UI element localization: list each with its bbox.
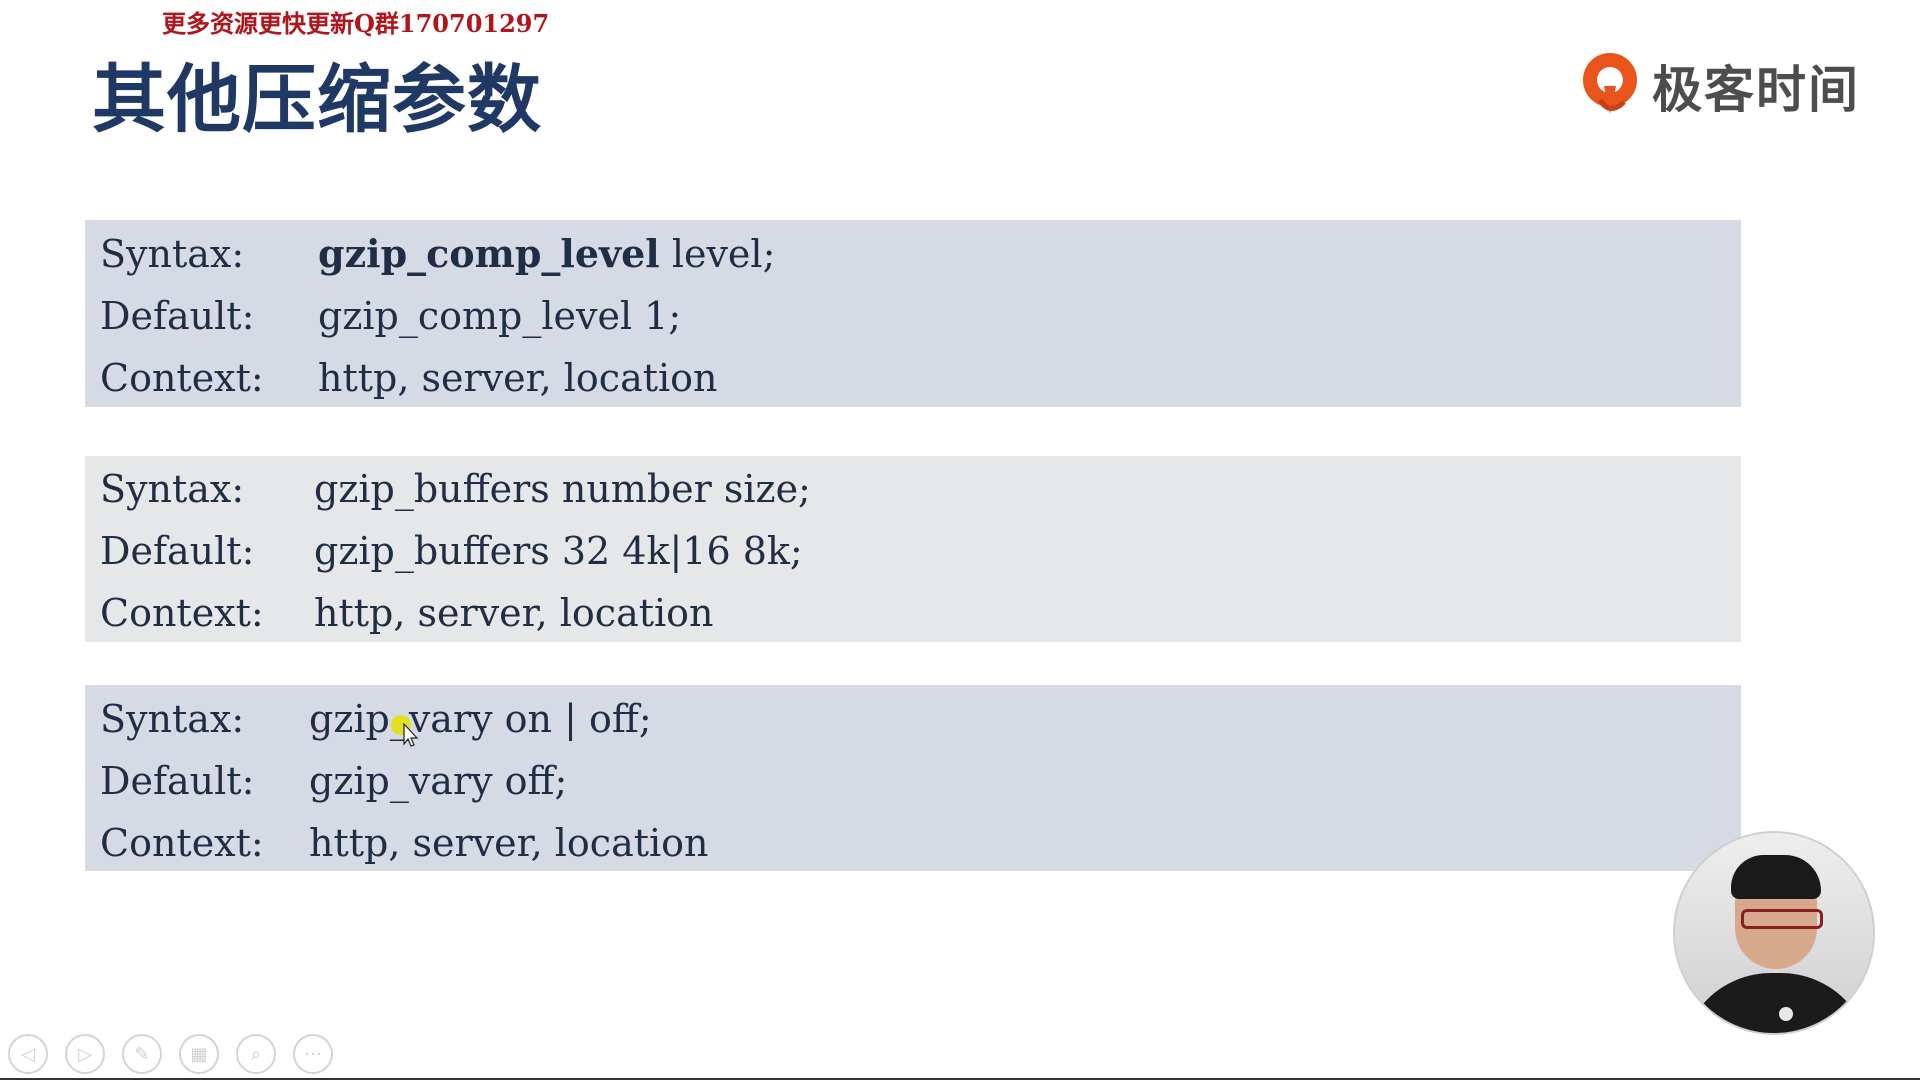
directive-args: level;: [659, 232, 776, 276]
presenter-webcam: [1673, 831, 1875, 1035]
geektime-logo-icon: [1583, 53, 1637, 114]
more-options-button[interactable]: ···: [293, 1034, 333, 1074]
default-label: Default:: [100, 759, 255, 803]
context-value: http, server, location: [314, 591, 714, 635]
geektime-logo-text: 极客时间: [1652, 61, 1860, 119]
context-value: http, server, location: [309, 821, 709, 865]
directive-name: gzip_comp_level: [318, 231, 660, 276]
syntax-label: Syntax:: [100, 697, 245, 741]
context-label: Context:: [100, 821, 264, 865]
syntax-label: Syntax:: [100, 467, 245, 511]
prev-icon: ◁: [21, 1043, 35, 1065]
default-value: gzip_buffers 32 4k|16 8k;: [314, 529, 803, 573]
zoom-icon: ⌕: [250, 1043, 262, 1065]
directive-block-gzip-comp-level: Syntax: gzip_comp_level level; Default: …: [85, 220, 1741, 407]
context-value: http, server, location: [318, 356, 718, 400]
syntax-label: Syntax:: [100, 232, 245, 276]
next-icon: ▷: [78, 1043, 92, 1065]
syntax-value: gzip_comp_level level;: [318, 223, 775, 285]
default-label: Default:: [100, 529, 255, 573]
syntax-value: gzip_vary on | off;: [309, 697, 652, 741]
watermark-text: 更多资源更快更新Q群170701297: [162, 9, 550, 38]
pen-tool-button[interactable]: ✎: [122, 1034, 162, 1074]
presenter-glasses: [1741, 909, 1823, 929]
default-value: gzip_vary off;: [309, 759, 568, 803]
mouse-cursor-icon: [391, 715, 419, 747]
context-label: Context:: [100, 356, 264, 400]
default-label: Default:: [100, 294, 255, 338]
zoom-button[interactable]: ⌕: [236, 1034, 276, 1074]
geektime-logo: 极客时间: [1578, 50, 1860, 122]
prev-slide-button[interactable]: ◁: [8, 1034, 48, 1074]
default-value: gzip_comp_level 1;: [318, 294, 682, 338]
directive-block-gzip-vary: Syntax: gzip_vary on | off; Default: gzi…: [85, 685, 1741, 871]
directive-block-gzip-buffers: Syntax: gzip_buffers number size; Defaul…: [85, 456, 1741, 642]
slides-icon: ▦: [190, 1043, 208, 1065]
slide-title: 其他压缩参数: [92, 57, 542, 143]
syntax-value: gzip_buffers number size;: [314, 467, 811, 511]
pen-icon: ✎: [134, 1043, 150, 1065]
slide-overview-button[interactable]: ▦: [179, 1034, 219, 1074]
more-icon: ···: [304, 1043, 322, 1065]
shirt-logo-icon: [1779, 1007, 1793, 1021]
next-slide-button[interactable]: ▷: [65, 1034, 105, 1074]
presentation-toolbar: ◁ ▷ ✎ ▦ ⌕ ···: [8, 1034, 333, 1074]
context-label: Context:: [100, 591, 264, 635]
